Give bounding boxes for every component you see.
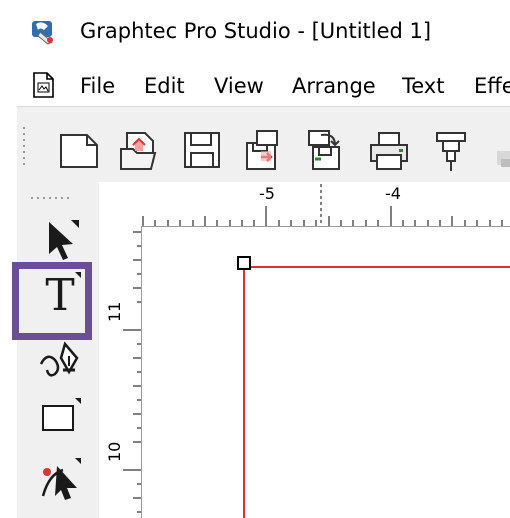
toolbar-grip[interactable] [21,125,27,173]
save-icon[interactable] [181,129,225,173]
menu-file[interactable]: File [80,74,115,98]
partial-toolbar-icon[interactable] [491,129,510,173]
document-icon[interactable] [32,71,56,99]
palette-grip[interactable] [31,196,71,200]
horizontal-ruler[interactable]: -5 -4 [99,182,510,227]
new-document-icon[interactable] [57,129,101,173]
tool-palette: T [17,182,99,518]
menu-view[interactable]: View [214,74,264,98]
vertical-ruler-ticks [123,231,141,513]
save-send-icon[interactable] [305,129,349,173]
drawing-canvas[interactable] [142,227,510,518]
cutter-icon[interactable] [429,129,473,173]
menu-arrange[interactable]: Arrange [292,74,376,98]
menu-edit[interactable]: Edit [144,74,185,98]
node-edit-tool-icon[interactable] [35,452,85,502]
h-ruler-label: -5 [259,184,275,203]
v-ruler-label: 10 [105,441,124,462]
rectangle-tool-icon[interactable] [35,392,85,442]
v-ruler-label: 11 [105,301,124,322]
pen-tool-icon[interactable] [35,334,85,384]
select-arrow-icon[interactable] [35,214,85,264]
h-ruler-label: -4 [385,184,401,203]
text-tool-highlight [12,262,92,340]
horizontal-ruler-ticks [142,184,503,226]
menu-bar: File Edit View Arrange Text Effe [0,68,510,106]
main-toolbar [17,106,510,184]
print-icon[interactable] [367,129,411,173]
vertical-ruler[interactable]: 11 10 [99,226,142,518]
title-bar: Graphtec Pro Studio - [Untitled 1] [0,0,510,68]
menu-text[interactable]: Text [402,74,444,98]
page-boundary [243,266,510,518]
open-icon[interactable] [119,129,163,173]
app-icon[interactable] [30,18,58,46]
window-title: Graphtec Pro Studio - [Untitled 1] [80,19,432,43]
page-corner-handle[interactable] [237,256,251,270]
save-as-icon[interactable] [243,129,287,173]
menu-effects[interactable]: Effe [474,74,510,98]
